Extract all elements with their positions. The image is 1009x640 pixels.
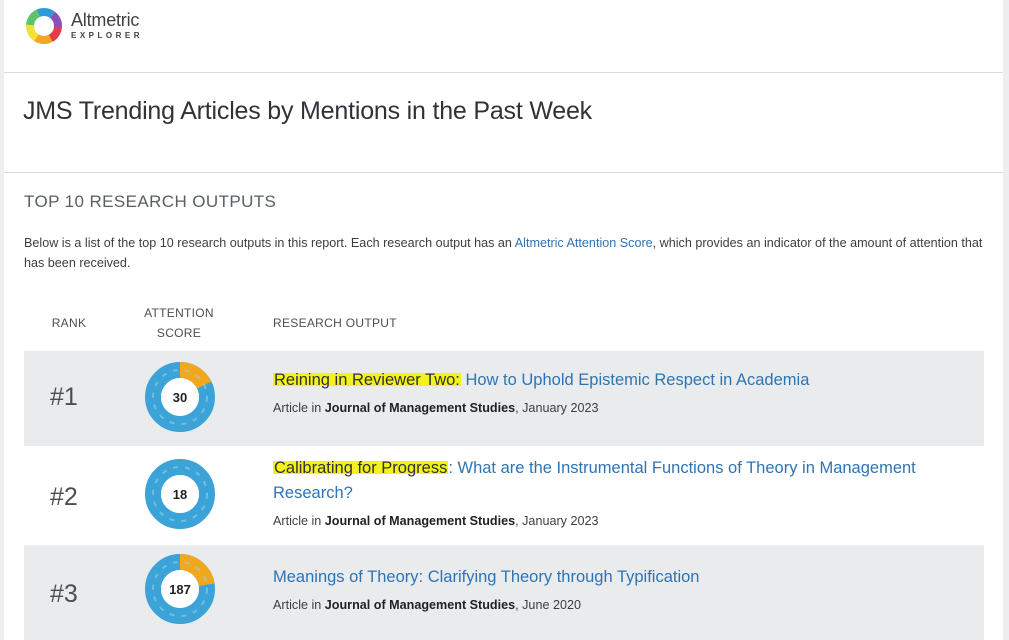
research-output: Meanings of Theory: Clarifying Theory th… <box>273 565 973 612</box>
rank-label: #3 <box>50 580 78 608</box>
attention-score-value: 30 <box>172 389 188 405</box>
title-bar: JMS Trending Articles by Mentions in the… <box>4 73 1003 173</box>
output-meta: Article in Journal of Management Studies… <box>273 514 943 528</box>
highlighted-title-part: Reining in Reviewer Two: <box>273 371 461 389</box>
brand-name: Altmetric <box>71 9 140 30</box>
results-table: #1 30 Reining in Reviewer Two: How to Up… <box>24 351 984 640</box>
research-output: Reining in Reviewer Two: How to Uphold E… <box>273 368 973 415</box>
attention-donut[interactable]: 187 <box>144 553 216 625</box>
brand-subtitle: EXPLORER <box>71 30 144 40</box>
attention-score-value: 18 <box>172 486 188 502</box>
page: Altmetric EXPLORER JMS Trending Articles… <box>4 0 1003 640</box>
rank-label: #1 <box>50 383 78 411</box>
attention-score-value: 187 <box>169 581 191 597</box>
app-header: Altmetric EXPLORER <box>4 0 1003 73</box>
column-header-score-line2: SCORE <box>156 326 202 340</box>
column-header-score: ATTENTION SCORE <box>134 303 224 343</box>
output-meta: Article in Journal of Management Studies… <box>273 401 973 415</box>
meta-prefix: Article in <box>273 514 325 528</box>
journal-name: Journal of Management Studies <box>324 514 516 528</box>
table-row: #3 187 Meanings of Theory: Clarifying Th… <box>24 545 984 640</box>
table-row: #1 30 Reining in Reviewer Two: How to Up… <box>24 351 984 446</box>
rank-label: #2 <box>50 483 78 511</box>
page-title: JMS Trending Articles by Mentions in the… <box>23 97 592 125</box>
meta-prefix: Article in <box>273 598 325 612</box>
intro-before: Below is a list of the top 10 research o… <box>24 236 515 250</box>
journal-name: Journal of Management Studies <box>324 598 516 612</box>
section-heading: TOP 10 RESEARCH OUTPUTS <box>24 192 277 211</box>
output-title-link[interactable]: Calibrating for Progress: What are the I… <box>273 456 943 506</box>
output-title-link[interactable]: Meanings of Theory: Clarifying Theory th… <box>273 565 973 590</box>
altmetric-ring-icon <box>26 8 62 44</box>
meta-prefix: Article in <box>273 401 325 415</box>
table-row: #2 18 Calibrating for Progress: What are… <box>24 446 984 545</box>
title-rest: Meanings of Theory: Clarifying Theory th… <box>273 568 700 586</box>
intro-text: Below is a list of the top 10 research o… <box>24 233 984 273</box>
output-title-link[interactable]: Reining in Reviewer Two: How to Uphold E… <box>273 368 973 393</box>
attention-donut[interactable]: 18 <box>144 458 216 530</box>
attention-donut[interactable]: 30 <box>144 361 216 433</box>
title-rest: How to Uphold Epistemic Respect in Acade… <box>460 371 810 389</box>
publication-date: , January 2023 <box>515 401 599 415</box>
research-output: Calibrating for Progress: What are the I… <box>273 456 943 528</box>
attention-score-link[interactable]: Altmetric Attention Score <box>515 236 653 250</box>
column-header-rank: RANK <box>51 316 87 330</box>
altmetric-logo[interactable]: Altmetric EXPLORER <box>24 6 143 46</box>
journal-name: Journal of Management Studies <box>324 401 516 415</box>
publication-date: , June 2020 <box>515 598 581 612</box>
output-meta: Article in Journal of Management Studies… <box>273 598 973 612</box>
column-header-output: RESEARCH OUTPUT <box>273 316 397 330</box>
column-header-score-line1: ATTENTION <box>144 306 214 320</box>
publication-date: , January 2023 <box>515 514 599 528</box>
highlighted-title-part: Calibrating for Progress <box>273 459 449 477</box>
